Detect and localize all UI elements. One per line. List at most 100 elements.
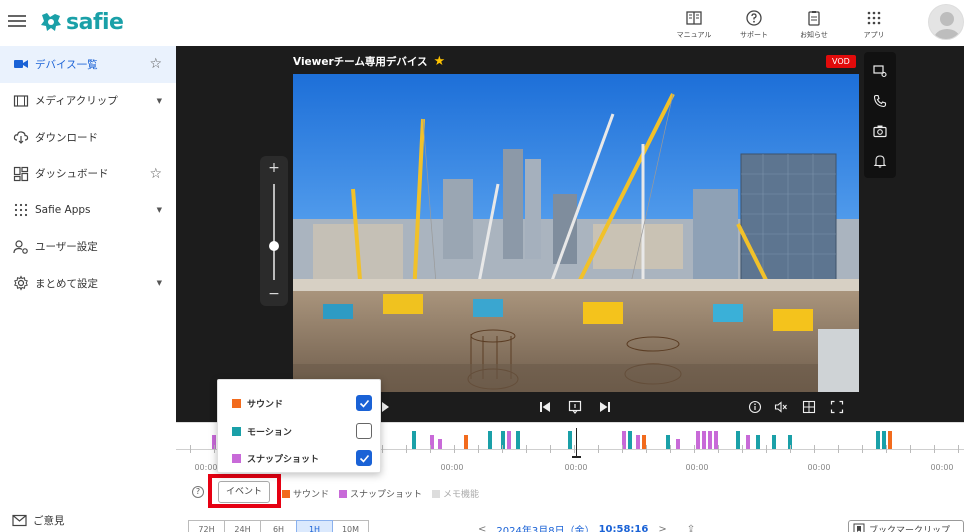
previous-button[interactable] <box>537 399 553 415</box>
timeline-playhead[interactable] <box>576 428 577 458</box>
user-avatar[interactable] <box>928 4 964 40</box>
current-time[interactable]: 10:58:16 <box>599 524 649 532</box>
bookmark-clip-button[interactable]: ブックマークリップ <box>848 520 964 532</box>
support-button[interactable]: サポート <box>724 4 784 44</box>
manual-button[interactable]: マニュアル <box>664 4 724 44</box>
vod-badge: VOD <box>826 55 856 68</box>
zoom-slider[interactable]: + − <box>260 156 288 306</box>
sidebar-item-safie-apps[interactable]: Safie Apps ▼ <box>0 192 176 229</box>
fullscreen-button[interactable] <box>829 399 845 415</box>
add-marker-button[interactable] <box>567 399 583 415</box>
sidebar-item-bulk-settings[interactable]: まとめて設定 ▼ <box>0 265 176 302</box>
mute-button[interactable] <box>773 399 789 415</box>
bookmark-icon <box>853 523 865 532</box>
event-filter-sound[interactable]: サウンド <box>232 394 372 412</box>
skip-back-icon <box>540 402 550 412</box>
timeline-event-marker[interactable] <box>628 431 632 449</box>
hamburger-menu-icon[interactable] <box>8 12 26 30</box>
range-6h-button[interactable]: 6H <box>260 520 297 532</box>
feedback-link[interactable]: ご意見 <box>12 513 65 528</box>
safie-logo[interactable]: safie <box>38 6 124 38</box>
timeline-tick <box>910 445 911 453</box>
timeline-event-marker[interactable] <box>516 431 520 449</box>
sidebar-item-label: ダウンロード <box>35 131 98 144</box>
sidebar: デバイス一覧 ☆ メディアクリップ ▼ ダウンロード ダッシュボード ☆ Saf… <box>0 46 176 532</box>
grid-icon <box>802 400 816 414</box>
timeline-event-marker[interactable] <box>507 431 511 449</box>
apps-button[interactable]: アプリ <box>844 4 904 44</box>
video-frame[interactable] <box>293 74 859 392</box>
zoom-thumb[interactable] <box>269 241 279 252</box>
timeline-event-marker[interactable] <box>746 435 750 449</box>
book-icon <box>686 10 702 25</box>
player-side-tools <box>864 52 896 178</box>
zoom-out-button[interactable]: − <box>260 286 288 302</box>
call-button[interactable] <box>869 88 891 114</box>
current-date[interactable]: 2024年3月8日（金） <box>496 522 594 532</box>
timeline-event-marker[interactable] <box>412 431 416 449</box>
range-72h-button[interactable]: 72H <box>188 520 225 532</box>
timeline-event-marker[interactable] <box>696 431 700 449</box>
timeline-event-marker[interactable] <box>736 431 740 449</box>
event-filter-motion[interactable]: モーション <box>232 422 372 440</box>
timeline-event-marker[interactable] <box>568 431 572 449</box>
sidebar-item-media-clip[interactable]: メディアクリップ ▼ <box>0 83 176 120</box>
timeline-event-marker[interactable] <box>876 431 880 449</box>
date-navigator: < 2024年3月8日（金） 10:58:16 > ⇪ <box>468 522 705 532</box>
range-10m-button[interactable]: 10M <box>332 520 369 532</box>
event-filter-checkbox[interactable] <box>356 423 372 439</box>
sidebar-item-download[interactable]: ダウンロード <box>0 119 176 156</box>
camera-settings-icon <box>873 65 887 78</box>
timeline-event-marker[interactable] <box>708 431 712 449</box>
timeline-tick <box>190 445 191 453</box>
chevron-down-icon[interactable]: ▼ <box>157 279 162 287</box>
film-icon <box>12 92 29 109</box>
chevron-down-icon[interactable]: ▼ <box>157 97 162 105</box>
sidebar-item-dashboard[interactable]: ダッシュボード ☆ <box>0 156 176 193</box>
grid-view-button[interactable] <box>801 399 817 415</box>
device-title: Viewerチーム専用デバイス ★ <box>293 54 445 69</box>
timeline-event-marker[interactable] <box>756 435 760 449</box>
timeline-tick <box>742 445 743 453</box>
range-1h-button[interactable]: 1H <box>296 520 333 532</box>
event-filter-snapshot[interactable]: スナップショット <box>232 449 372 467</box>
construction-site-image <box>293 74 859 392</box>
timeline-event-marker[interactable] <box>676 439 680 449</box>
timeline-event-marker[interactable] <box>464 435 468 449</box>
event-filter-checkbox[interactable] <box>356 450 372 466</box>
check-icon <box>359 399 369 408</box>
favorite-star-filled-icon[interactable]: ★ <box>434 54 446 69</box>
favorite-star-icon[interactable]: ☆ <box>149 166 162 182</box>
timeline-event-marker[interactable] <box>488 431 492 449</box>
event-filter-checkbox[interactable] <box>356 395 372 411</box>
sidebar-item-user-settings[interactable]: ユーザー設定 <box>0 229 176 266</box>
chevron-down-icon[interactable]: ▼ <box>157 206 162 214</box>
timeline-event-marker[interactable] <box>888 431 892 449</box>
range-24h-button[interactable]: 24H <box>224 520 261 532</box>
zoom-in-button[interactable]: + <box>260 160 288 176</box>
info-button[interactable] <box>747 399 763 415</box>
video-player: Viewerチーム専用デバイス ★ VOD + − <box>176 46 964 422</box>
clipboard-icon <box>808 10 820 26</box>
zoom-track[interactable] <box>273 184 275 280</box>
prev-date-button[interactable]: < <box>478 524 486 532</box>
event-filter-button[interactable]: イベント <box>218 481 270 503</box>
timeline-event-marker[interactable] <box>702 431 706 449</box>
sidebar-item-device-list[interactable]: デバイス一覧 ☆ <box>0 46 176 83</box>
share-icon[interactable]: ⇪ <box>687 524 695 532</box>
next-date-button[interactable]: > <box>658 524 666 532</box>
notification-button[interactable] <box>869 148 891 174</box>
snapshot-button[interactable] <box>869 118 891 144</box>
timeline-tick-label: 00:00 <box>194 463 218 472</box>
timeline-event-marker[interactable] <box>772 435 776 449</box>
legend-swatch <box>339 489 348 498</box>
camera-settings-button[interactable] <box>869 58 891 84</box>
notice-button[interactable]: お知らせ <box>784 4 844 44</box>
timeline-event-marker[interactable] <box>636 435 640 449</box>
favorite-star-icon[interactable]: ☆ <box>149 56 162 72</box>
next-button[interactable] <box>597 399 613 415</box>
timeline-tick <box>622 445 623 453</box>
event-swatch <box>232 453 241 463</box>
help-icon[interactable]: ? <box>192 486 204 498</box>
timeline-event-marker[interactable] <box>438 439 442 449</box>
